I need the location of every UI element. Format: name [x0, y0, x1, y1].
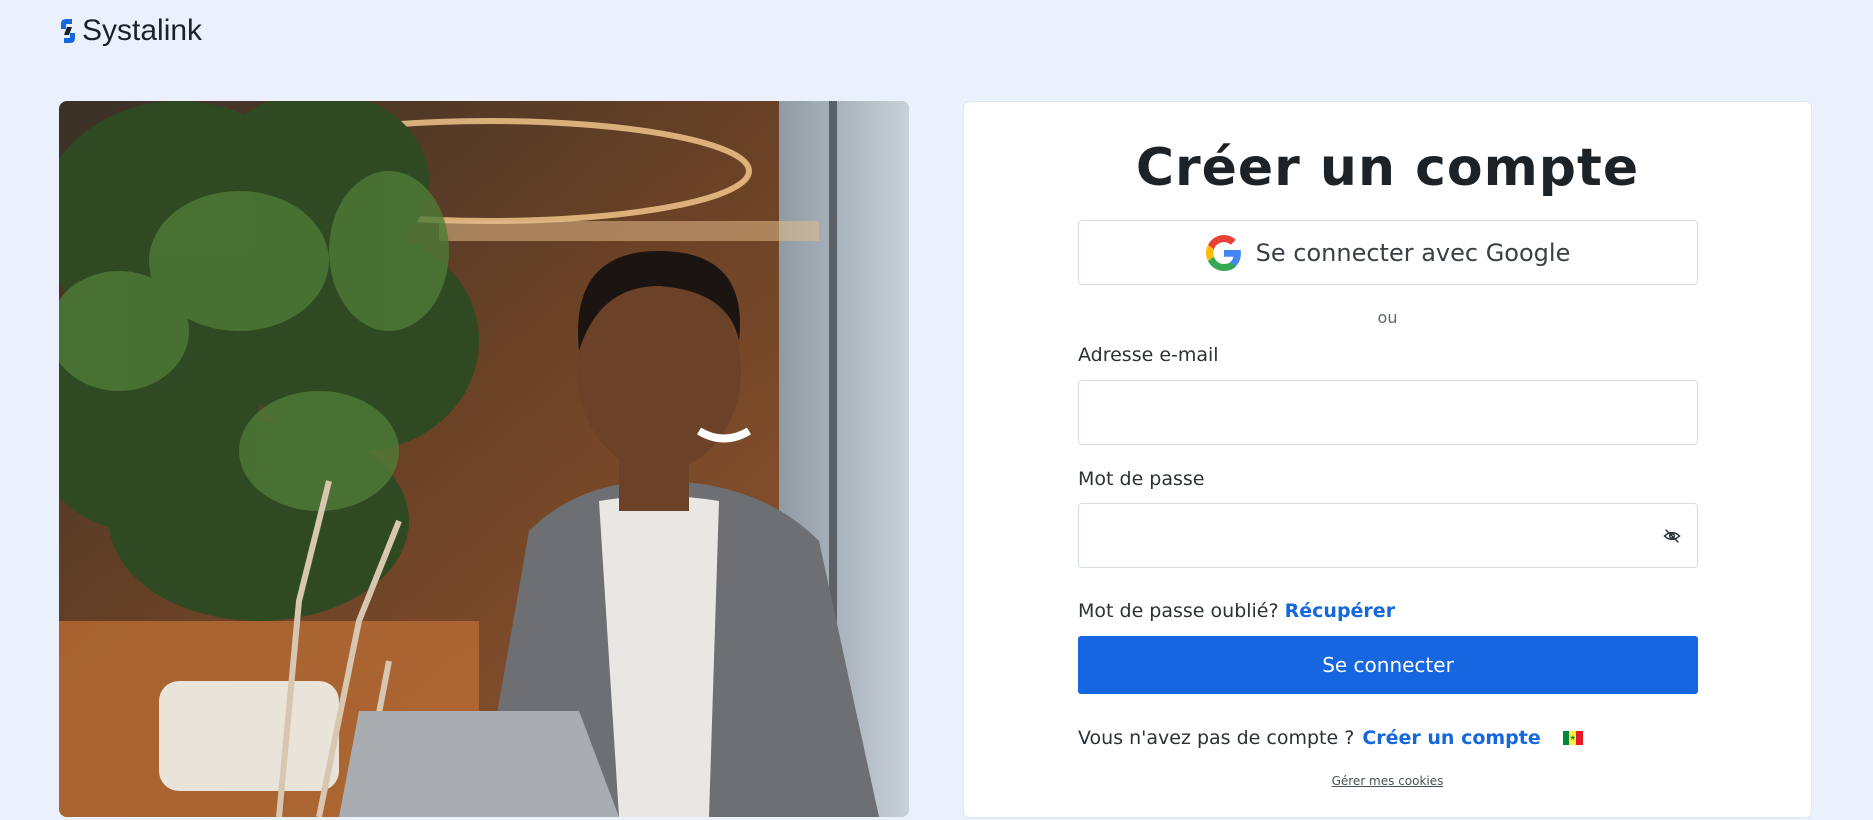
- brand-name: Systalink: [82, 14, 203, 47]
- email-field[interactable]: [1079, 381, 1697, 444]
- password-field-wrapper: [1078, 503, 1698, 568]
- hero-photo: [59, 101, 909, 817]
- email-label: Adresse e-mail: [1078, 344, 1219, 366]
- password-field[interactable]: [1079, 504, 1697, 567]
- eye-off-icon[interactable]: [1663, 527, 1681, 545]
- page-title: Créer un compte: [1135, 138, 1640, 198]
- google-icon: [1205, 234, 1241, 271]
- create-account-link[interactable]: Créer un compte: [1362, 727, 1540, 749]
- brand-logo[interactable]: Systalink: [58, 14, 202, 48]
- signup-text: Vous n'avez pas de compte ?: [1078, 727, 1355, 749]
- manage-cookies-link[interactable]: Gérer mes cookies: [964, 774, 1811, 788]
- signup-row: Vous n'avez pas de compte ? Créer un com…: [1078, 727, 1583, 749]
- or-separator: ou: [1377, 308, 1398, 327]
- signin-button[interactable]: Se connecter: [1078, 636, 1698, 694]
- google-signin-label: Se connecter avec Google: [1255, 238, 1571, 267]
- forgot-password-text: Mot de passe oublié?: [1078, 600, 1279, 622]
- signup-card: Créer un compte Se connecter avec Google…: [963, 101, 1812, 818]
- systalink-logo-icon: [61, 19, 75, 43]
- google-signin-button[interactable]: Se connecter avec Google: [1078, 220, 1698, 285]
- senegal-flag-icon[interactable]: ★: [1562, 731, 1583, 745]
- email-field-wrapper: [1078, 380, 1698, 445]
- recover-password-link[interactable]: Récupérer: [1285, 600, 1395, 622]
- woman-smiling-office-photo: [59, 101, 909, 817]
- forgot-password-row: Mot de passe oublié? Récupérer: [1078, 600, 1395, 622]
- password-label: Mot de passe: [1078, 468, 1205, 490]
